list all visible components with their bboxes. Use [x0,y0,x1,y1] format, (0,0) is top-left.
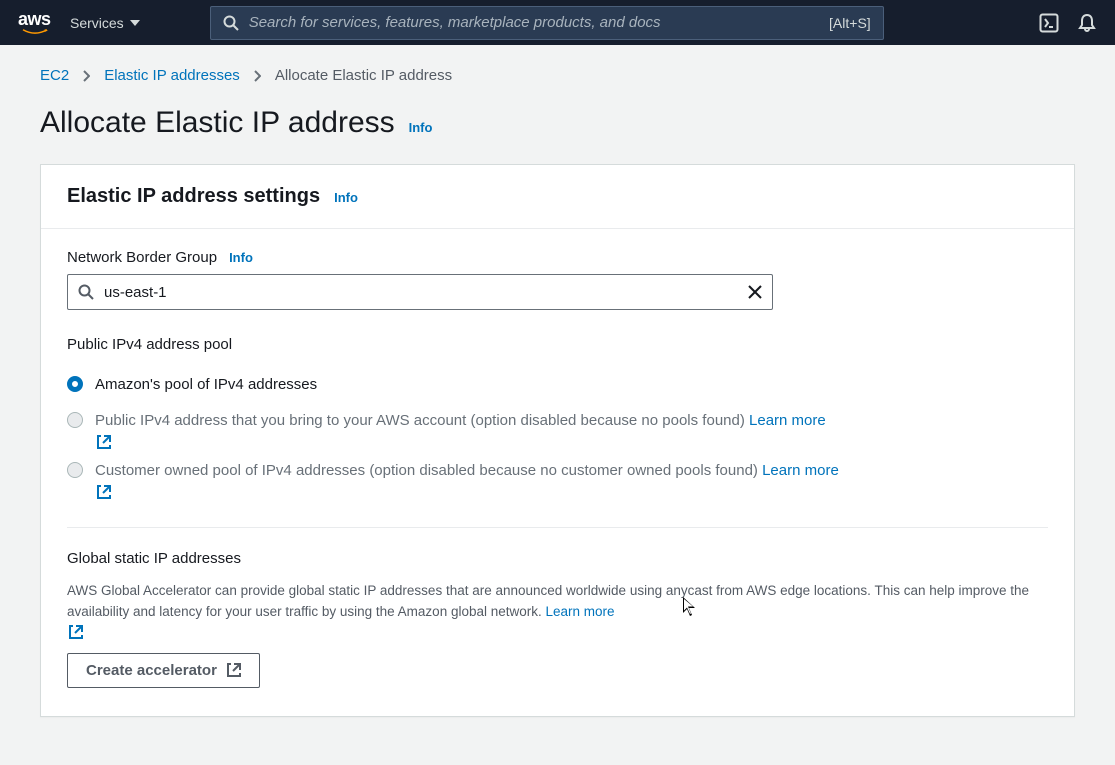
radio-icon [67,376,83,392]
clear-icon[interactable] [748,285,762,299]
pool-option-coip: Customer owned pool of IPv4 addresses (o… [67,453,1048,503]
aws-logo[interactable]: aws [18,10,52,35]
search-icon [78,284,94,300]
settings-panel: Elastic IP address settings Info Network… [40,164,1075,717]
panel-title: Elastic IP address settings [67,185,320,208]
radio-icon [67,462,83,478]
search-input[interactable] [249,14,819,31]
nbg-input-wrap[interactable] [67,274,773,310]
panel-info-link[interactable]: Info [334,190,358,205]
breadcrumb-current: Allocate Elastic IP address [275,67,452,84]
pool-option-amazon[interactable]: Amazon's pool of IPv4 addresses [67,367,1048,403]
page-info-link[interactable]: Info [409,120,433,135]
button-label: Create accelerator [86,662,217,679]
global-desc: AWS Global Accelerator can provide globa… [67,581,1048,637]
page-title: Allocate Elastic IP address [40,106,395,140]
cloudshell-icon[interactable] [1039,13,1059,33]
search-icon [223,15,239,31]
chevron-down-icon [130,20,140,26]
services-label: Services [70,15,124,31]
panel-header: Elastic IP address settings Info [41,165,1074,229]
notifications-icon[interactable] [1077,13,1097,33]
radio-icon [67,412,83,428]
main-content: EC2 Elastic IP addresses Allocate Elasti… [0,45,1115,739]
pool-label: Public IPv4 address pool [67,336,1048,353]
pool-radio-group: Amazon's pool of IPv4 addresses Public I… [67,367,1048,503]
topnav-actions [1039,13,1097,33]
search-shortcut-hint: [Alt+S] [829,15,871,31]
breadcrumb: EC2 Elastic IP addresses Allocate Elasti… [40,67,1075,84]
radio-label: Amazon's pool of IPv4 addresses [95,373,317,397]
chevron-right-icon [254,70,261,82]
radio-label: Customer owned pool of IPv4 addresses (o… [95,459,839,497]
radio-label: Public IPv4 address that you bring to yo… [95,409,826,447]
nbg-section: Network Border Group Info Public IPv4 ad… [67,249,1048,503]
top-nav: aws Services [Alt+S] [0,0,1115,45]
nbg-input[interactable] [104,284,738,301]
global-section: Global static IP addresses AWS Global Ac… [67,527,1048,688]
external-link-icon [227,663,241,677]
global-title: Global static IP addresses [67,550,1048,567]
pool-option-byoip: Public IPv4 address that you bring to yo… [67,403,1048,453]
global-search[interactable]: [Alt+S] [210,6,884,40]
external-link-icon [97,485,111,499]
nbg-info-link[interactable]: Info [229,250,253,265]
external-link-icon [69,625,83,639]
page-title-row: Allocate Elastic IP address Info [40,106,1075,140]
nbg-label: Network Border Group [67,249,217,266]
breadcrumb-link-eip[interactable]: Elastic IP addresses [104,67,240,84]
services-menu-button[interactable]: Services [70,15,140,31]
external-link-icon [97,435,111,449]
create-accelerator-button[interactable]: Create accelerator [67,653,260,688]
breadcrumb-link-ec2[interactable]: EC2 [40,67,69,84]
chevron-right-icon [83,70,90,82]
